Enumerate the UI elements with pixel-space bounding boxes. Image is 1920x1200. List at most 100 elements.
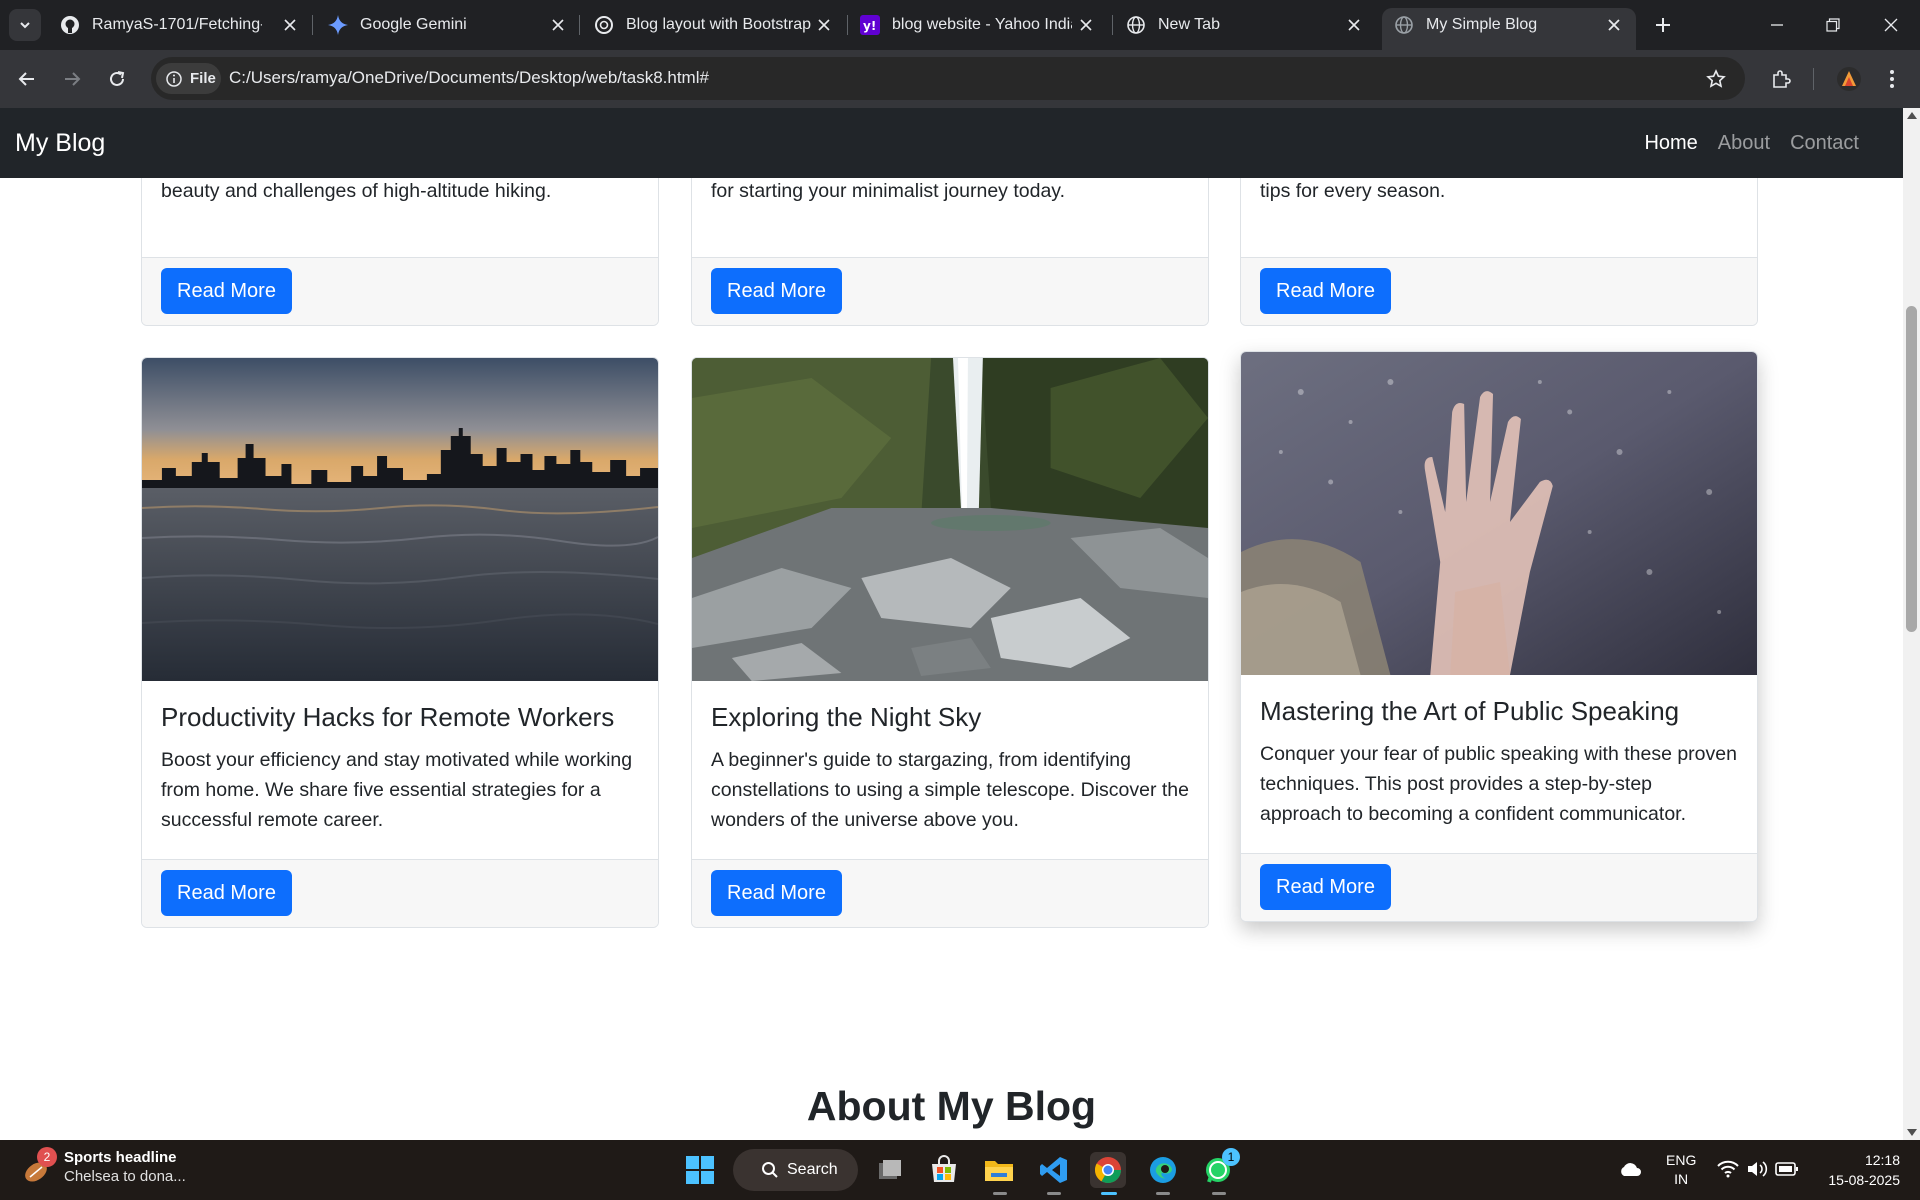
- scroll-up-arrow-icon[interactable]: [1907, 112, 1917, 119]
- search-label: Search: [787, 1161, 838, 1178]
- clock-time: 12:18: [1864, 1152, 1900, 1168]
- store-icon: [932, 1155, 956, 1182]
- card-image-waterfall: [692, 358, 1208, 681]
- tab-search-button[interactable]: [9, 9, 41, 41]
- reload-button[interactable]: [102, 64, 132, 94]
- more-vertical-icon: [1890, 70, 1894, 88]
- read-more-button[interactable]: Read More: [1260, 268, 1391, 314]
- tab-separator: [579, 15, 580, 35]
- back-button[interactable]: [12, 64, 42, 94]
- card-image-city-skyline: [142, 358, 658, 681]
- tab-new-tab[interactable]: New Tab: [1126, 8, 1364, 42]
- news-subtitle: Chelsea to dona...: [64, 1168, 186, 1185]
- language-indicator[interactable]: ENG IN: [1666, 1151, 1696, 1189]
- read-more-button[interactable]: Read More: [1260, 864, 1391, 910]
- news-title: Sports headline: [64, 1149, 177, 1166]
- globe-icon: [1394, 15, 1414, 35]
- toolbar-divider: [1813, 68, 1814, 90]
- taskbar-search[interactable]: Search: [733, 1149, 858, 1191]
- extensions-button[interactable]: [1766, 64, 1796, 94]
- blog-card: Mastering the Art of Public Speaking Con…: [1240, 351, 1758, 922]
- tab-my-simple-blog[interactable]: My Simple Blog: [1382, 8, 1636, 50]
- whatsapp-badge: 1: [1222, 1148, 1240, 1166]
- browser-menu-button[interactable]: [1880, 64, 1904, 94]
- card-footer: Read More: [1241, 853, 1757, 921]
- reload-icon: [110, 71, 125, 86]
- news-text: Sports headline Chelsea to dona...: [64, 1149, 186, 1187]
- tab-github[interactable]: RamyaS-1701/Fetching-AP: [60, 8, 300, 42]
- search-icon: [762, 1162, 778, 1178]
- store-app[interactable]: [926, 1152, 962, 1188]
- tab-separator: [847, 15, 848, 35]
- tab-strip: RamyaS-1701/Fetching-AP Google Gemini Bl…: [0, 0, 1920, 50]
- card-footer: Read More: [142, 859, 658, 927]
- chrome-app[interactable]: [1090, 1152, 1126, 1188]
- github-icon: [60, 15, 80, 35]
- restore-button[interactable]: [1818, 10, 1848, 40]
- close-icon[interactable]: [548, 15, 568, 35]
- read-more-button[interactable]: Read More: [711, 268, 842, 314]
- tab-separator: [1112, 15, 1113, 35]
- volume-icon[interactable]: [1746, 1159, 1768, 1182]
- news-badge: 2: [37, 1147, 57, 1167]
- bookmark-button[interactable]: [1703, 66, 1729, 92]
- nav-link-home[interactable]: Home: [1644, 132, 1697, 155]
- close-icon[interactable]: [280, 15, 300, 35]
- edge-app[interactable]: [1145, 1152, 1181, 1188]
- card-text: A beginner's guide to stargazing, from i…: [711, 749, 1189, 831]
- address-bar[interactable]: File C:/Users/ramya/OneDrive/Documents/D…: [151, 57, 1745, 100]
- close-icon[interactable]: [1344, 15, 1364, 35]
- info-icon: [166, 70, 182, 87]
- scroll-thumb[interactable]: [1906, 306, 1917, 632]
- tab-yahoo[interactable]: y! blog website - Yahoo India: [860, 8, 1096, 42]
- running-indicator: [1047, 1192, 1061, 1195]
- vscode-app[interactable]: [1036, 1152, 1072, 1188]
- start-button[interactable]: [682, 1152, 718, 1188]
- language-code: ENG: [1666, 1152, 1697, 1168]
- tab-title: My Simple Blog: [1426, 16, 1538, 33]
- whatsapp-app[interactable]: 1: [1200, 1148, 1240, 1188]
- read-more-button[interactable]: Read More: [161, 870, 292, 916]
- profile-button[interactable]: [1834, 64, 1864, 94]
- card-title[interactable]: Productivity Hacks for Remote Workers: [161, 701, 639, 733]
- tab-gemini[interactable]: Google Gemini: [328, 8, 568, 42]
- tab-chatgpt[interactable]: Blog layout with Bootstrap: [594, 8, 834, 42]
- wifi-icon[interactable]: [1717, 1159, 1739, 1182]
- site-info-chip[interactable]: File: [156, 63, 221, 94]
- close-icon[interactable]: [1076, 15, 1096, 35]
- restore-icon: [1826, 18, 1840, 32]
- battery-icon[interactable]: [1775, 1161, 1799, 1180]
- task-view-button[interactable]: [872, 1152, 908, 1188]
- tab-title: blog website - Yahoo India: [892, 16, 1072, 33]
- card-image-rainy-window: [1241, 352, 1757, 675]
- football-icon: 2: [22, 1147, 57, 1187]
- read-more-button[interactable]: Read More: [161, 268, 292, 314]
- region-code: IN: [1674, 1171, 1689, 1187]
- url-text[interactable]: C:/Users/ramya/OneDrive/Documents/Deskto…: [229, 68, 709, 88]
- site-brand[interactable]: My Blog: [15, 129, 105, 158]
- minimize-button[interactable]: [1762, 10, 1792, 40]
- vscode-icon: [1040, 1157, 1067, 1183]
- read-more-button[interactable]: Read More: [711, 870, 842, 916]
- new-tab-button[interactable]: [1650, 12, 1676, 38]
- system-clock[interactable]: 12:18 15-08-2025: [1810, 1150, 1900, 1190]
- page-scrollbar[interactable]: [1903, 108, 1920, 1140]
- file-explorer-app[interactable]: [981, 1152, 1017, 1188]
- chrome-icon: [1094, 1157, 1122, 1184]
- card-title[interactable]: Exploring the Night Sky: [711, 701, 1189, 733]
- chatgpt-icon: [594, 15, 614, 35]
- card-text: Conquer your fear of public speaking wit…: [1260, 743, 1737, 825]
- forward-button[interactable]: [57, 64, 87, 94]
- close-icon[interactable]: [814, 15, 834, 35]
- nav-link-about[interactable]: About: [1718, 132, 1770, 155]
- onedrive-icon[interactable]: [1618, 1160, 1642, 1181]
- close-icon[interactable]: [1604, 15, 1624, 35]
- puzzle-icon: [1773, 70, 1791, 88]
- blog-card: Productivity Hacks for Remote Workers Bo…: [141, 357, 659, 928]
- news-widget[interactable]: 2 Sports headline Chelsea to dona...: [22, 1147, 186, 1187]
- card-title[interactable]: Mastering the Art of Public Speaking: [1260, 695, 1738, 727]
- scroll-down-arrow-icon[interactable]: [1907, 1129, 1917, 1136]
- close-window-button[interactable]: [1876, 10, 1906, 40]
- nav-links: Home About Contact: [1624, 132, 1859, 155]
- nav-link-contact[interactable]: Contact: [1790, 132, 1859, 155]
